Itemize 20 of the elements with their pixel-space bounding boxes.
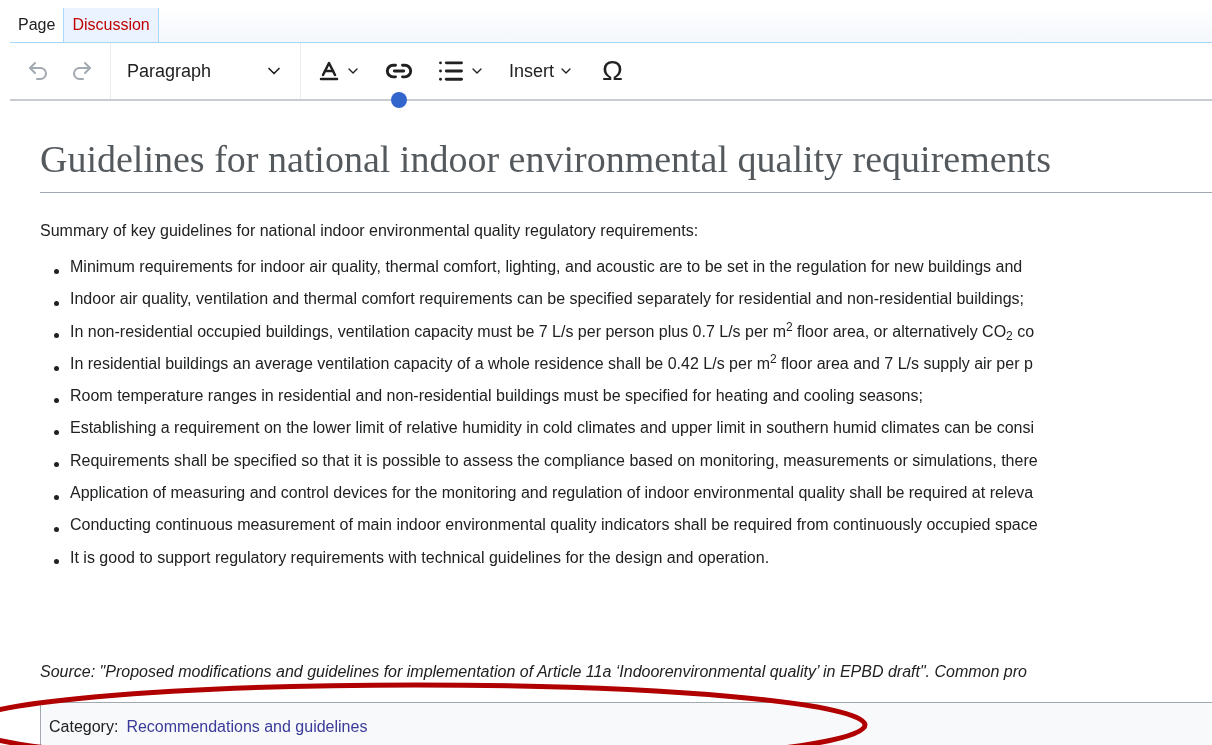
category-link[interactable]: Recommendations and guidelines xyxy=(126,715,368,739)
special-character-button[interactable]: Ω xyxy=(602,57,623,85)
bullet-text: It is good to support regulatory requirements with technical guidelines for the design and operation. xyxy=(70,547,770,568)
intro-text: Summary of key guidelines for national indoor environmental quality regulatory requirements: xyxy=(40,221,700,241)
bullet-text: In non-residential occupied buildings, ventilation capacity must be 7 L/s per person plus 0.7 L/s per m$^{2}$ floor area, or alternatively CO$_{2}$ co xyxy=(70,319,1035,344)
bullet-text: Minimum requirements for indoor air quality, thermal comfort, lighting, and acoustic are to be set in the regulation for new buildings and xyxy=(70,257,1023,277)
text-style-icon xyxy=(317,59,341,83)
format-dropdown[interactable]: Paragraph xyxy=(111,43,301,99)
bullet-text: Indoor air quality, ventilation and thermal comfort requirements can be specified separately for residential and non-residential buildings; xyxy=(70,289,1024,310)
bullet-text: Establishing a requirement on the lower limit of relative humidity in cold climates and upper limit in southern humid climates can be consi xyxy=(70,418,1034,439)
bullet-text: Application of measuring and control devices for the monitoring and regulation of indoor environmental quality shall be required at releva xyxy=(70,483,1034,504)
page-tab[interactable]: Discussion xyxy=(63,8,159,42)
bullet-text: Requirements shall be specified so that it is possible to assess the compliance based on monitoring, measurements or simulations, there xyxy=(70,450,1038,471)
page-title: Guidelines for national indoor environmental quality requirements xyxy=(40,131,1212,193)
category-label: Category: xyxy=(49,717,119,737)
insert-dropdown[interactable]: Insert xyxy=(509,57,575,85)
bullet-text: Conducting continuous measurement of main indoor environmental quality indicators shall be required from continuously occupied space xyxy=(70,515,1038,536)
bullet-text: In residential buildings an average ventilation capacity of a whole residence shall be 0.42 L/s per m$^{2}$ floor area and 7 L/s supply air per p xyxy=(70,351,1033,374)
source-text: Source: "Proposed modifications and guidelines for implementation of Article 11a ‘Indoorenvironmental quality’ in EPBD draft". Common pro xyxy=(40,661,1028,682)
bullet-text: Room temperature ranges in residential and non-residential buildings must be specified for heating and cooling seasons; xyxy=(70,386,923,407)
